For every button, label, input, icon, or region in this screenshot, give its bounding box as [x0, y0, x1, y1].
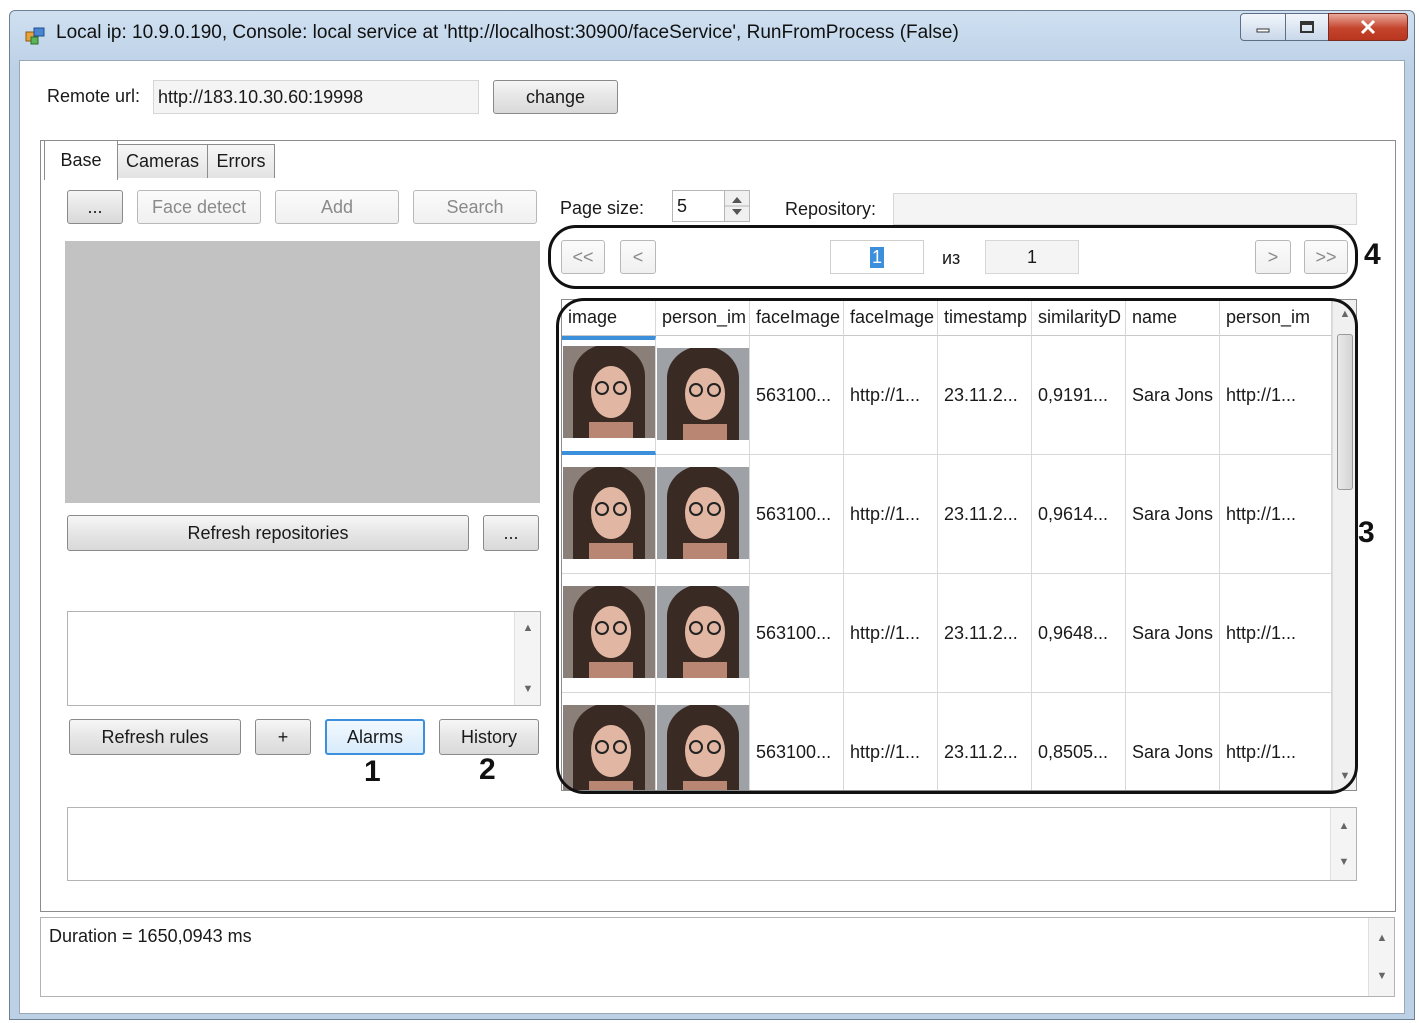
add-rule-button[interactable]: + [255, 719, 311, 755]
face-detect-button[interactable]: Face detect [137, 190, 261, 224]
message-area-scrollbar[interactable]: ▲ ▼ [1330, 808, 1356, 880]
scroll-down-icon[interactable]: ▼ [1369, 964, 1395, 988]
app-icon [25, 27, 45, 45]
scroll-up-icon[interactable]: ▲ [1369, 926, 1395, 950]
next-page-button[interactable]: > [1255, 240, 1291, 274]
maximize-button[interactable] [1285, 13, 1329, 41]
remote-url-input[interactable]: http://183.10.30.60:19998 [153, 80, 479, 114]
rules-list[interactable]: ▲ ▼ [67, 611, 541, 706]
maximize-icon [1300, 21, 1314, 33]
change-button[interactable]: change [493, 80, 618, 114]
tab-cameras[interactable]: Cameras [117, 144, 208, 178]
minimize-icon [1256, 28, 1270, 33]
close-icon [1360, 19, 1376, 35]
current-page-input[interactable]: 1 [830, 240, 924, 274]
page-size-spinner[interactable] [724, 190, 750, 222]
alarms-button[interactable]: Alarms [325, 719, 425, 755]
last-page-button[interactable]: >> [1304, 240, 1348, 274]
minimize-button[interactable] [1240, 13, 1286, 41]
caption-buttons [1240, 13, 1410, 41]
scroll-up-icon[interactable]: ▲ [1331, 814, 1357, 838]
page-size-label: Page size: [560, 198, 645, 218]
repositories-more-button[interactable]: ... [483, 515, 539, 551]
total-pages-field: 1 [985, 240, 1079, 274]
tab-errors[interactable]: Errors [207, 144, 275, 178]
history-button[interactable]: History [439, 719, 539, 755]
scroll-down-icon[interactable]: ▼ [515, 677, 541, 701]
spinner-arrows-icon [725, 197, 749, 215]
repository-label: Repository: [785, 199, 877, 219]
message-area[interactable]: ▲ ▼ [67, 807, 1357, 881]
status-log-scrollbar[interactable]: ▲ ▼ [1368, 918, 1394, 996]
page-size-input[interactable]: 5 [672, 190, 726, 222]
close-button[interactable] [1328, 13, 1408, 41]
refresh-repositories-button[interactable]: Refresh repositories [67, 515, 469, 551]
refresh-rules-button[interactable]: Refresh rules [69, 719, 241, 755]
callout-number-4: 4 [1364, 238, 1381, 271]
tab-base[interactable]: Base [44, 140, 118, 180]
callout-number-2: 2 [479, 753, 496, 786]
callout-number-3: 3 [1358, 516, 1375, 549]
callout-number-1: 1 [364, 755, 381, 788]
add-button[interactable]: Add [275, 190, 399, 224]
first-page-button[interactable]: << [561, 240, 605, 274]
repository-input[interactable] [893, 193, 1357, 225]
scroll-up-icon[interactable]: ▲ [515, 616, 541, 640]
status-log[interactable]: Duration = 1650,0943 ms ▲ ▼ [40, 917, 1395, 997]
remote-url-label: Remote url: [47, 86, 141, 106]
window-title: Local ip: 10.9.0.190, Console: local ser… [56, 22, 959, 43]
of-label: из [942, 248, 961, 268]
status-text: Duration = 1650,0943 ms [49, 926, 252, 946]
current-page-value: 1 [869, 246, 884, 268]
rules-list-scrollbar[interactable]: ▲ ▼ [514, 612, 540, 705]
search-button[interactable]: Search [413, 190, 537, 224]
image-preview [65, 241, 540, 503]
scroll-down-icon[interactable]: ▼ [1331, 850, 1357, 874]
grid-callout [556, 298, 1358, 794]
prev-page-button[interactable]: < [620, 240, 656, 274]
browse-button[interactable]: ... [67, 190, 123, 224]
